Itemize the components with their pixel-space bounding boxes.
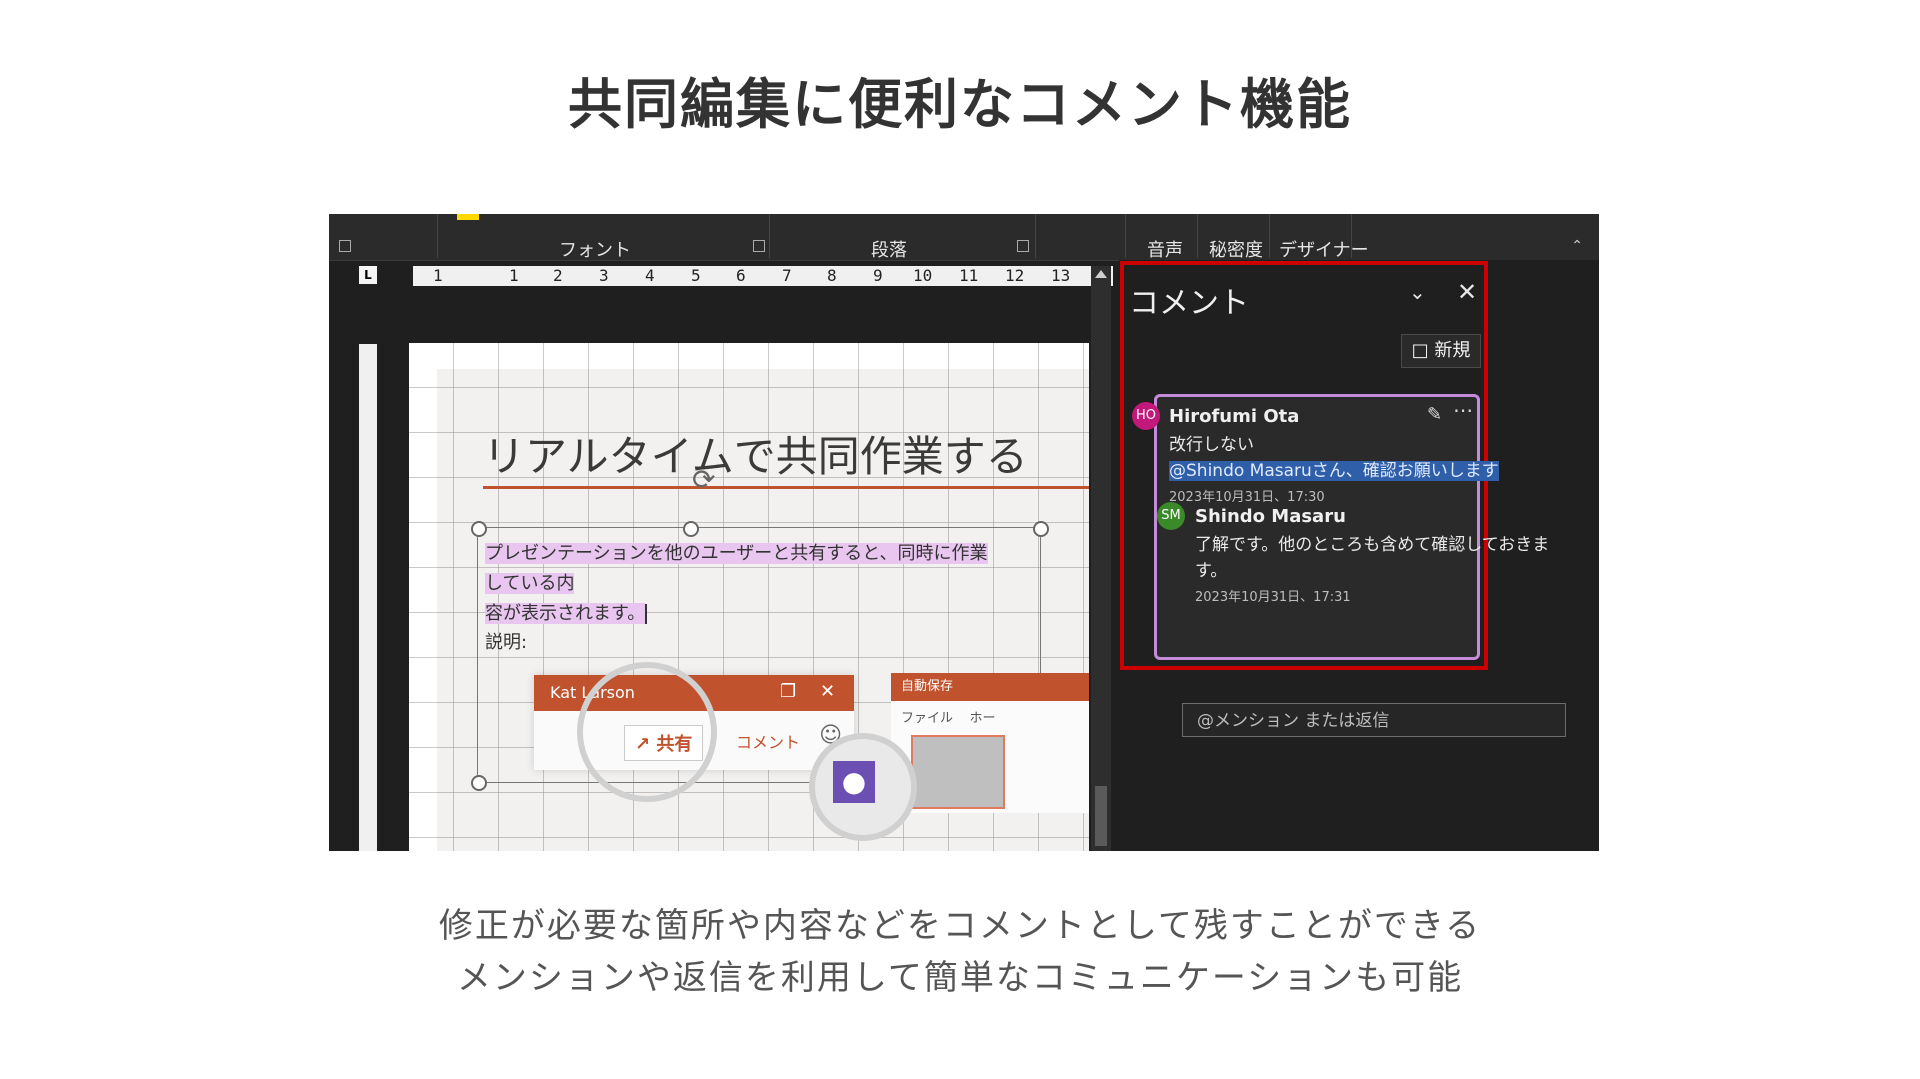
app-screenshot: フォント 段落 音声 秘密度 デザイナー ⌃ L 1 1 2 3 4 5 6 7… (329, 214, 1599, 851)
comment-text: 改行しない (1169, 435, 1254, 455)
reply-text: 了解です。他のところも含めて確認しておきま (1195, 535, 1550, 555)
ruler-number: 2 (553, 266, 563, 285)
slide-body-text[interactable]: プレゼンテーションを他のユーザーと共有すると、同時に作業している内 容が表示され… (485, 539, 1005, 629)
ribbon-group-voice[interactable]: 音声 (1147, 236, 1183, 262)
ruler-number: 5 (691, 266, 701, 285)
ribbon-group-sensitivity[interactable]: 秘密度 (1209, 236, 1263, 262)
resize-handle[interactable] (1033, 521, 1049, 537)
reply-timestamp: 2023年10月31日、17:31 (1195, 590, 1351, 605)
reply-text: す。 (1195, 561, 1228, 581)
collapse-ribbon-icon[interactable]: ⌃ (1571, 238, 1583, 254)
resize-handle[interactable] (471, 521, 487, 537)
ruler-number: 13 (1051, 266, 1071, 285)
new-comment-button[interactable]: □ 新規 (1401, 334, 1481, 368)
rotate-handle-icon[interactable]: ⟳ (692, 463, 715, 496)
ribbon: フォント 段落 音声 秘密度 デザイナー ⌃ (329, 214, 1599, 261)
ribbon-group-paragraph: 段落 (871, 240, 907, 261)
title-underline (483, 486, 1089, 489)
description-label: 説明: (485, 632, 528, 653)
ruler-number: 10 (913, 266, 933, 285)
ruler-number: 12 (1005, 266, 1025, 285)
highlighted-text-line2: 容が表示されます。 (485, 603, 646, 624)
caption-line-1: 修正が必要な箇所や内容などをコメントとして残すことができる (438, 906, 1482, 946)
dialog-launcher-icon[interactable] (339, 240, 351, 252)
app-window-preview: 自動保存 ファイル ホー (891, 673, 1089, 813)
ribbon-group-designer[interactable]: デザイナー (1279, 236, 1369, 262)
zoom-callout (577, 662, 717, 802)
slide-thumbnail (911, 735, 1005, 809)
resize-handle[interactable] (683, 521, 699, 537)
close-icon[interactable]: ✕ (1457, 278, 1477, 306)
comment-button-label: コメント (736, 733, 801, 752)
autosave-label: 自動保存 (891, 673, 1089, 701)
slide-title[interactable]: リアルタイムで共同作業する (483, 423, 1028, 484)
edit-icon[interactable]: ✎ (1427, 404, 1442, 425)
highlighted-text-line1: プレゼンテーションを他のユーザーと共有すると、同時に作業している内 (485, 543, 988, 594)
ruler-number: 1 (433, 266, 443, 285)
comment-timestamp: 2023年10月31日、17:30 (1169, 490, 1325, 505)
caption-line-2: メンションや返信を利用して簡単なコミュニケーションも可能 (456, 958, 1464, 998)
paragraph-launcher-icon[interactable] (1017, 240, 1029, 252)
resize-handle[interactable] (471, 775, 487, 791)
ruler-number: 8 (827, 266, 837, 285)
ruler-number: 1 (509, 266, 519, 285)
scroll-thumb[interactable] (1095, 786, 1107, 846)
restore-icon: ❐ (780, 681, 797, 702)
ruler-number: 11 (959, 266, 979, 285)
menu-row: ファイル ホー (901, 711, 996, 726)
close-icon: ✕ (820, 681, 836, 702)
text-caret (645, 604, 648, 624)
font-launcher-icon[interactable] (753, 240, 765, 252)
chevron-down-icon[interactable]: ⌄ (1409, 280, 1426, 304)
ruler-number: 4 (645, 266, 655, 285)
horizontal-ruler[interactable]: 1 1 2 3 4 5 6 7 8 9 10 11 12 13 (413, 266, 1113, 286)
avatar: HO (1132, 402, 1160, 430)
comment-author: Hirofumi Ota (1169, 406, 1300, 427)
ruler-number: 9 (873, 266, 883, 285)
ruler-number: 3 (599, 266, 609, 285)
scroll-up-icon[interactable] (1095, 270, 1107, 278)
vertical-ruler[interactable] (359, 344, 377, 851)
reply-author: Shindo Masaru (1195, 506, 1346, 527)
reply-input[interactable]: @メンション または返信 (1182, 703, 1566, 737)
ruler-number: 6 (736, 266, 746, 285)
avatar: SM (1157, 502, 1185, 530)
ribbon-group-font: フォント (559, 240, 631, 261)
page-headline: 共同編集に便利なコメント機能 (568, 73, 1352, 136)
slide-canvas[interactable]: リアルタイムで共同作業する ⟳ プレゼンテーションを他のユーザーと共有すると、同… (409, 343, 1089, 851)
comment-mention[interactable]: @Shindo Masaruさん、確認お願いします (1169, 458, 1499, 484)
tab-stop-selector[interactable]: L (359, 266, 377, 284)
user-avatar-icon: ● (833, 761, 875, 803)
more-options-icon[interactable]: ⋯ (1453, 398, 1473, 422)
vertical-scrollbar[interactable] (1091, 266, 1111, 851)
ruler-number: 7 (782, 266, 792, 285)
comments-pane-title: コメント (1129, 286, 1249, 321)
